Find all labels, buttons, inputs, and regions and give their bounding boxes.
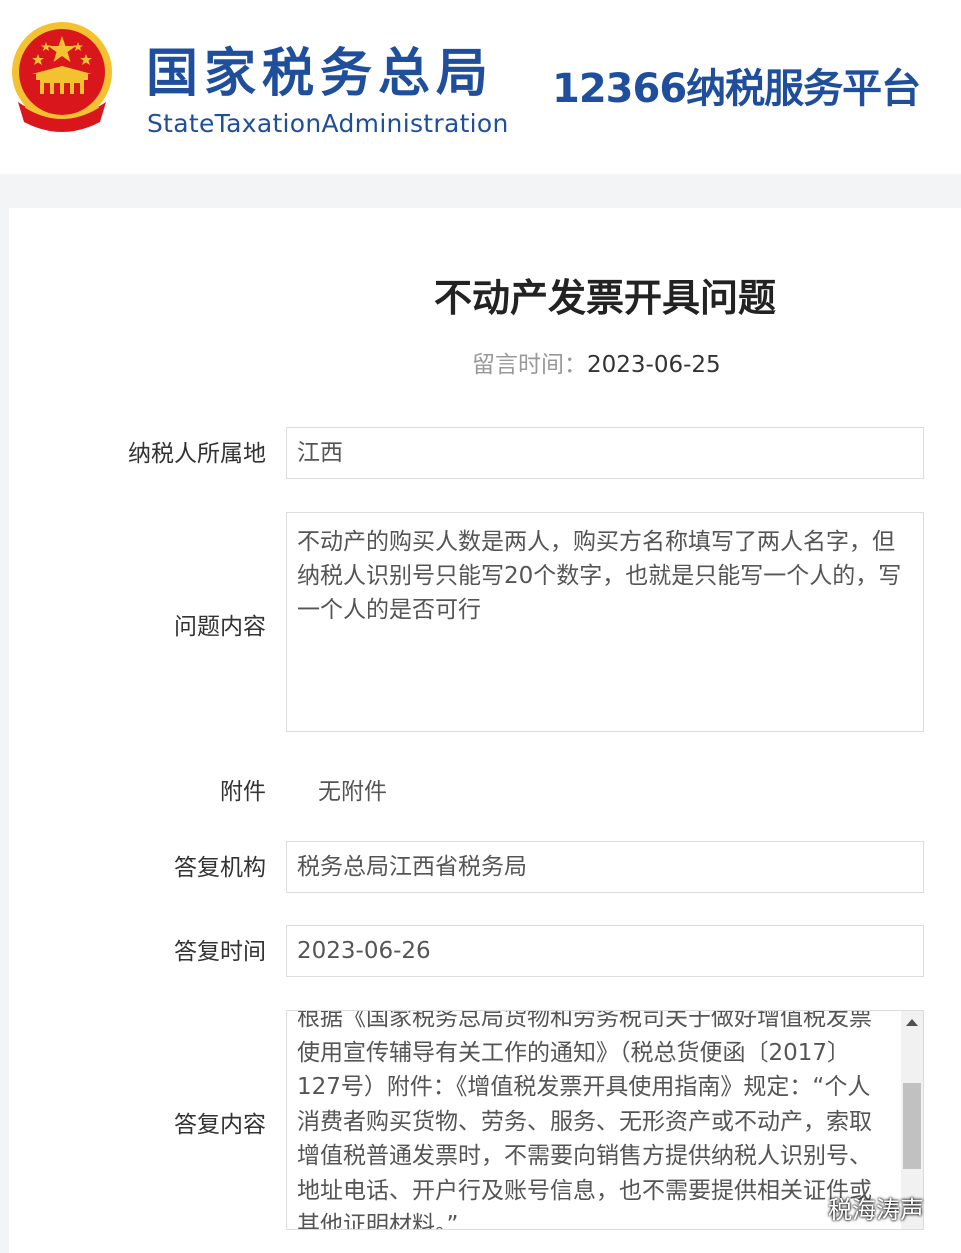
platform-name: 12366纳税服务平台: [552, 66, 921, 112]
location-field: 江西: [286, 427, 924, 479]
page-title: 不动产发票开具问题: [433, 276, 776, 320]
site-header: 国家税务总局 StateTaxationAdministration 12366…: [0, 0, 961, 174]
national-emblem-icon: [12, 22, 112, 132]
location-label: 纳税人所属地: [128, 441, 266, 467]
brand-name-en: StateTaxationAdministration: [147, 109, 509, 138]
message-time-value: 2023-06-25: [587, 352, 721, 378]
agency-label: 答复机构: [174, 855, 266, 881]
reply-time-field: 2023-06-26: [286, 925, 924, 977]
attachment-label: 附件: [220, 779, 266, 805]
watermark-text: 税海涛声: [828, 1196, 924, 1224]
scroll-up-arrow-icon[interactable]: [906, 1019, 918, 1026]
content-label: 问题内容: [174, 614, 266, 640]
message-time-label: 留言时间：: [472, 352, 587, 378]
question-content-field: 不动产的购买人数是两人，购买方名称填写了两人名字，但纳税人识别号只能写20个数字…: [286, 512, 924, 732]
brand-name-cn: 国家税务总局: [146, 44, 495, 104]
scroll-thumb[interactable]: [903, 1083, 921, 1169]
message-time: 留言时间：2023-06-25: [472, 348, 721, 382]
reply-time-label: 答复时间: [174, 939, 266, 965]
watermark: 税海涛声: [788, 1190, 948, 1230]
wechat-icon: [788, 1198, 821, 1223]
reply-content-label: 答复内容: [174, 1112, 266, 1138]
attachment-value: 无附件: [318, 779, 387, 805]
reply-agency-field: 税务总局江西省税务局: [286, 841, 924, 893]
